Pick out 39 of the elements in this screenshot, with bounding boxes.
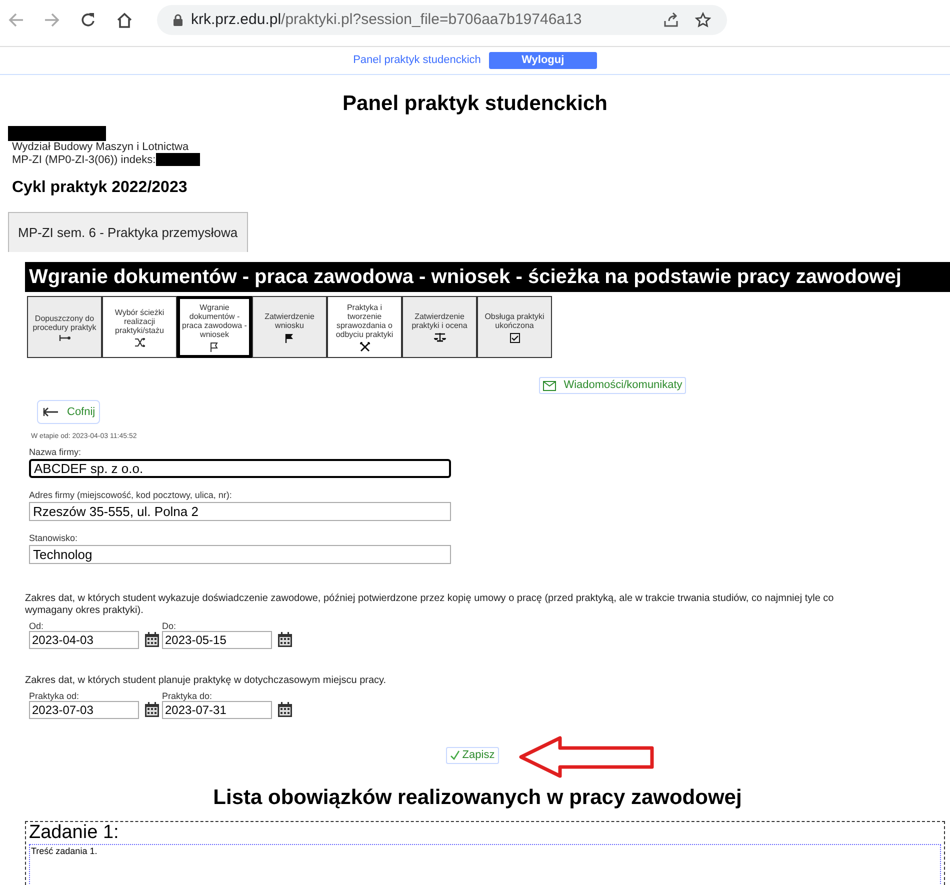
- text-field[interactable]: ABCDEF sp. z o.o.: [29, 458, 451, 478]
- step-label: Obsługa praktyki ukończona: [484, 312, 546, 330]
- field-label: Adres firmy (miejscowość, kod pocztowy, ulica, nr):: [29, 490, 233, 500]
- tab[interactable]: MP-ZI sem. 6 - Praktyka przemysłowa: [8, 212, 248, 252]
- date-label: Praktyka do:: [162, 690, 214, 700]
- cycle-title: Cykl praktyk 2022/2023: [11, 178, 188, 198]
- program-text: MP-ZI (MP0-ZI-3(06)) indeks:: [12, 154, 156, 166]
- step-label: Zatwierdzenie praktyki i ocena: [410, 312, 468, 330]
- faculty-text: Wydział Budowy Maszyn i Lotnictwa: [12, 141, 190, 153]
- text-field[interactable]: Rzeszów 35-555, ul. Polna 2: [29, 502, 451, 521]
- step-label: Praktyka i tworzenie sprawozdania o odbyciu praktyki: [334, 302, 394, 338]
- date-label: Praktyka od:: [29, 690, 80, 700]
- messages-button[interactable]: Wiadomości/komunikaty: [538, 377, 686, 394]
- task-content-field[interactable]: Treść zadania 1.: [29, 844, 941, 885]
- stage-title-bar: Wgranie dokumentów - praca zawodowa - wniosek - ścieżka na podstawie pracy zawodowej: [25, 262, 950, 292]
- task-title: Zadanie 1:: [29, 822, 120, 844]
- description-text: Zakres dat, w których student planuje praktykę w dotychczasowym miejscu pracy.: [25, 674, 388, 686]
- step-label: Zatwierdzenie wniosku: [264, 312, 316, 330]
- save-button[interactable]: Zapisz: [446, 746, 499, 764]
- date-field[interactable]: 2023-04-03: [29, 630, 139, 648]
- date-field[interactable]: 2023-07-31: [162, 700, 272, 718]
- panel-link[interactable]: Panel praktyk studenckich: [353, 52, 481, 69]
- date-label: Do:: [162, 620, 178, 630]
- description-text: Zakres dat, w których student wykazuje doświadczenie zawodowe, później potwierdzone przez kopię umowy o pracę (przed praktyką, ale w trakcie trwania studiów, co najmniej tyle co wymagany okres praktyki).: [25, 592, 835, 616]
- back-button[interactable]: Cofnij: [37, 400, 100, 424]
- date-field[interactable]: 2023-07-03: [29, 700, 139, 718]
- step-label: Wybór ścieżki realizacji praktyki/stażu: [114, 308, 166, 334]
- logout-button[interactable]: Wyloguj: [488, 52, 597, 69]
- address-bar[interactable]: krk.prz.edu.pl/praktyki.pl?session_file=b706aa7b19746a13: [157, 5, 727, 35]
- field-label: Stanowisko:: [29, 532, 79, 542]
- step-label: Dopuszczony do procedury praktyk: [32, 314, 98, 332]
- step-label: Wgranie dokumentów - praca zawodowa - wniosek: [181, 302, 248, 338]
- duties-title: Lista obowiązków realizowanych w pracy zawodowej: [212, 784, 743, 810]
- date-label: Od:: [29, 620, 45, 630]
- field-label: Nazwa firmy:: [29, 446, 82, 456]
- date-field[interactable]: 2023-05-15: [162, 630, 272, 648]
- text-field[interactable]: Technolog: [29, 544, 451, 564]
- url-text: krk.prz.edu.pl/praktyki.pl?session_file=b706aa7b19746a13: [191, 10, 582, 30]
- page-title: Panel praktyk studenckich: [342, 92, 608, 116]
